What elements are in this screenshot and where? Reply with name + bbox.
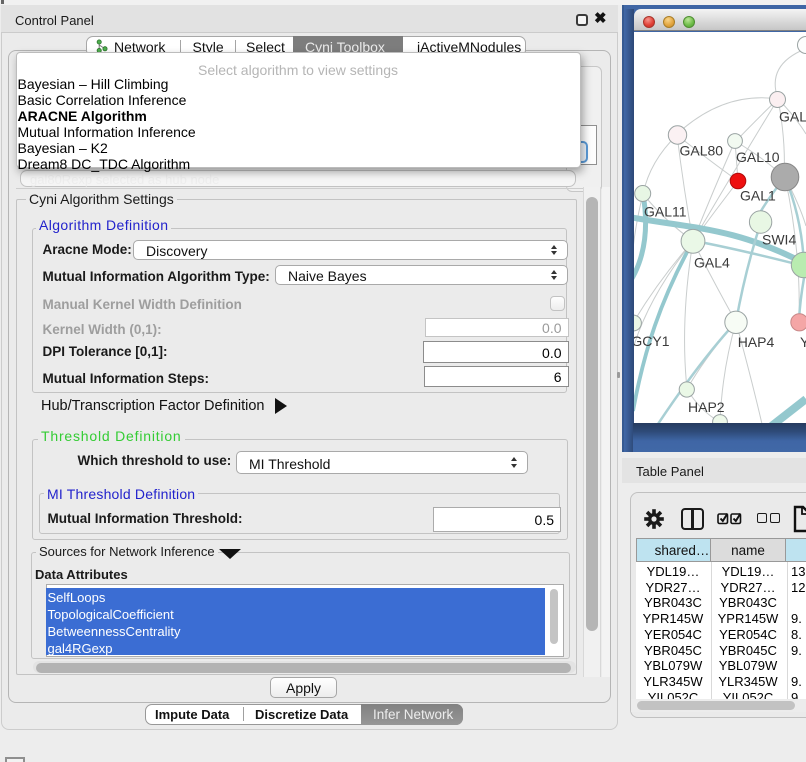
svg-text:SWI4: SWI4: [762, 231, 796, 247]
svg-text:GAL7: GAL7: [779, 108, 806, 124]
svg-text:GAL10: GAL10: [736, 149, 780, 165]
svg-text:GCY1: GCY1: [634, 333, 670, 349]
svg-text:GAL1: GAL1: [740, 187, 776, 203]
svg-text:HAP2: HAP2: [688, 399, 725, 415]
svg-text:GAL4: GAL4: [694, 254, 730, 270]
svg-text:YEL: YEL: [800, 334, 806, 350]
svg-text:GAL80: GAL80: [680, 142, 724, 158]
svg-text:HAP4: HAP4: [738, 334, 775, 350]
svg-text:GAL11: GAL11: [644, 203, 687, 219]
